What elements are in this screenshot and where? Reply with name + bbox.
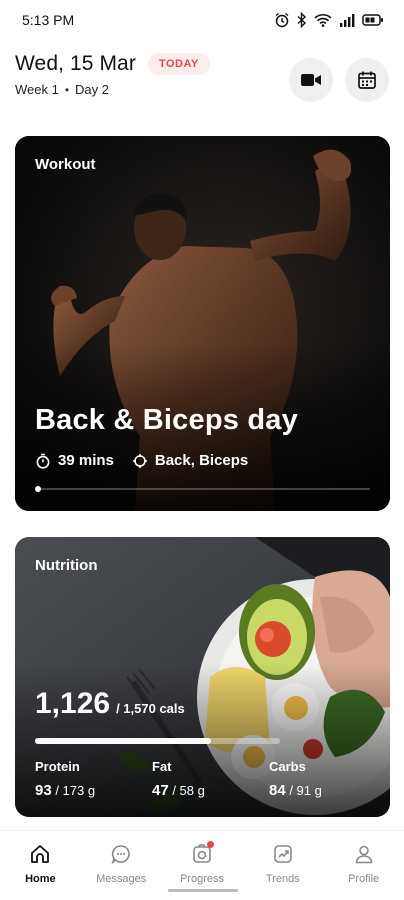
alarm-icon: [275, 12, 289, 28]
camera-icon: [189, 841, 215, 867]
bluetooth-icon: [297, 12, 307, 28]
workout-meta: 39 mins Back, Biceps: [35, 452, 248, 469]
calories-consumed: 1,126: [35, 687, 111, 720]
person-icon: [351, 841, 377, 867]
macro-value: 84 / 91 g: [269, 782, 322, 799]
status-bar: 5:13 PM: [0, 0, 404, 40]
workout-progress-track: [35, 486, 370, 492]
nav-item-messages[interactable]: Messages: [81, 831, 161, 900]
nav-item-profile[interactable]: Profile: [324, 831, 404, 900]
wifi-icon: [314, 14, 332, 27]
nav-label-home: Home: [25, 873, 56, 885]
workout-card[interactable]: Workout Back & Biceps day 39 mins Back, …: [15, 136, 390, 511]
nutrition-card-label: Nutrition: [35, 557, 98, 574]
nav-label-profile: Profile: [347, 873, 380, 885]
macro-value: 93 / 173 g: [35, 782, 96, 799]
home-icon: [27, 841, 53, 867]
calories-row: 1,126 / 1,570 cals: [35, 687, 185, 721]
chat-icon: [108, 841, 134, 867]
home-indicator: [168, 889, 238, 892]
day-label: Day 2: [75, 82, 110, 97]
separator-dot: •: [64, 82, 70, 97]
page-title-date: Wed, 15 Mar: [15, 52, 136, 75]
video-call-button[interactable]: [289, 58, 333, 102]
nav-item-trends[interactable]: Trends: [243, 831, 323, 900]
stopwatch-icon: [36, 453, 50, 469]
workout-muscles-text: Back, Biceps: [154, 452, 249, 469]
notification-dot: [206, 841, 214, 848]
trend-icon: [270, 841, 296, 867]
signal-icon: [340, 14, 355, 27]
calories-goal: / 1,570 cals: [116, 701, 185, 716]
header: Wed, 15 Mar TODAY Week 1 • Day 2: [15, 52, 389, 108]
macro-carbs: Carbs 84 / 91 g: [269, 759, 386, 799]
header-actions: [289, 58, 389, 102]
macro-value: 47 / 58 g: [152, 782, 205, 799]
workout-duration: 39 mins: [35, 452, 114, 469]
workout-title: Back & Biceps day: [35, 404, 298, 436]
battery-icon: [362, 14, 383, 26]
macro-name: Protein: [35, 759, 80, 774]
nutrition-card[interactable]: Nutrition 1,126 / 1,570 cals Protein 93 …: [15, 537, 390, 817]
macro-name: Fat: [152, 759, 172, 774]
workout-progress-fill: [35, 486, 42, 492]
nav-label-trends: Trends: [265, 873, 300, 885]
calories-progress-fill: [35, 738, 211, 744]
nav-label-progress: Progress: [179, 873, 224, 885]
macro-fat: Fat 47 / 58 g: [152, 759, 269, 799]
status-icons: [274, 12, 384, 28]
nav-label-messages: Messages: [96, 873, 147, 885]
workout-muscles: Back, Biceps: [132, 452, 248, 469]
workout-card-label: Workout: [35, 156, 96, 173]
workout-duration-text: 39 mins: [58, 452, 114, 469]
status-time: 5:13 PM: [22, 12, 75, 28]
macros-row: Protein 93 / 173 g Fat 47 / 58 g Carbs 8…: [35, 759, 386, 799]
week-label: Week 1: [15, 82, 59, 97]
nav-item-home[interactable]: Home: [0, 831, 80, 900]
calories-progress-track: [35, 738, 280, 744]
macro-protein: Protein 93 / 173 g: [35, 759, 152, 799]
video-camera-icon: [301, 74, 321, 86]
today-badge: TODAY: [147, 53, 210, 75]
macro-name: Carbs: [269, 759, 306, 774]
calendar-button[interactable]: [345, 58, 389, 102]
target-icon: [132, 453, 147, 468]
calendar-icon: [358, 71, 376, 89]
